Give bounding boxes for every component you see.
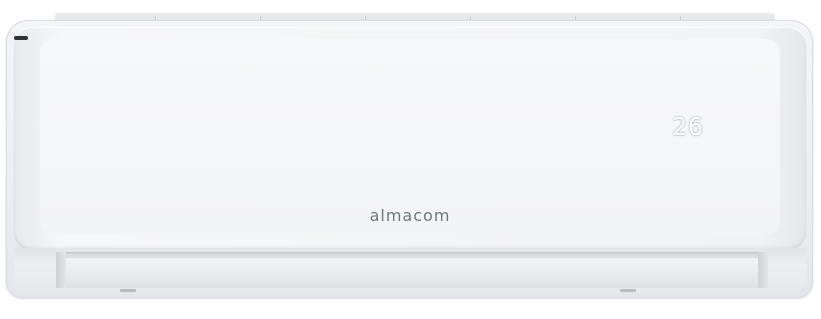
louver-end-left <box>56 252 66 288</box>
temperature-display: 26 <box>672 112 705 141</box>
brand-logo: almacom <box>369 206 451 225</box>
louver-foot <box>620 289 636 292</box>
air-conditioner-photo: 26 almacom <box>0 0 821 319</box>
louver-end-right <box>758 252 768 288</box>
panel-edge-accent <box>14 36 28 40</box>
louver-foot <box>120 289 136 292</box>
louver-blade <box>64 258 760 282</box>
